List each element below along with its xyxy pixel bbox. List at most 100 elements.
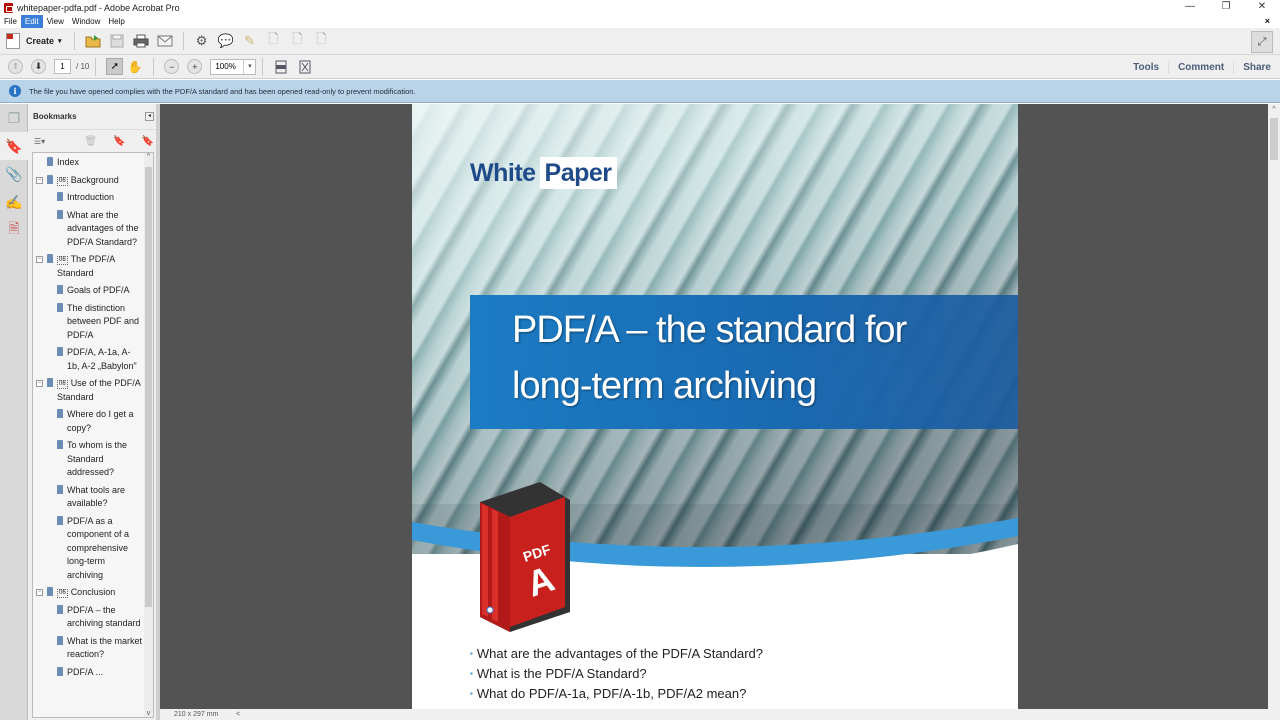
scroll-up-icon[interactable]: ^ [144, 153, 153, 160]
separator [95, 57, 97, 76]
zoom-in-button[interactable]: + [187, 59, 203, 74]
bookmark-icon [47, 587, 53, 596]
standards-button[interactable]: 🗎 [0, 216, 28, 244]
create-label: Create [26, 36, 55, 46]
next-page-button[interactable]: ⬇ [31, 59, 46, 74]
signature-icon: ✍ [5, 193, 23, 210]
open-button[interactable] [82, 30, 104, 52]
bookmark-item[interactable]: Goals of PDF/A [33, 283, 145, 301]
bookmark-options-button[interactable]: ☰▾ [34, 137, 45, 146]
close-document-button[interactable]: × [1261, 15, 1274, 28]
chevron-down-icon[interactable]: ▾ [243, 59, 255, 74]
menu-edit[interactable]: Edit [20, 15, 43, 28]
bookmark-icon: 🔖 [5, 137, 23, 154]
bookmark-item[interactable]: − 06 Use of the PDF/A Standard [33, 376, 145, 407]
bookmark-label: Index [57, 157, 80, 167]
horizontal-scroll-left[interactable]: < [236, 711, 240, 718]
zoom-select[interactable]: 100% ▾ [210, 58, 257, 75]
document-scrollbar[interactable]: ^ [1268, 104, 1280, 709]
bookmark-item[interactable]: PDF/A, A-1a, A-1b, A-2 „Babylon" [33, 345, 145, 376]
bullet-item: What do PDF/A-1a, PDF/A-1b, PDF/A2 mean? [470, 684, 763, 704]
bookmark-item[interactable]: PDF/A – the archiving standard [33, 603, 145, 634]
comment-link[interactable]: Comment [1168, 61, 1233, 73]
bullet-item: What is the PDF/A Standard? [470, 664, 763, 684]
bullet-item: What are the advantages of the PDF/A Sta… [470, 644, 763, 664]
new-bookmark-button[interactable]: 🔖 [105, 136, 125, 147]
menu-help[interactable]: Help [104, 15, 128, 28]
file-export-button[interactable]: 🗋 [287, 30, 309, 52]
cursor-select-icon: ➚ [110, 61, 120, 72]
bookmark-item[interactable]: Where do I get a copy? [33, 407, 145, 438]
menu-file[interactable]: File [0, 15, 21, 28]
save-button[interactable] [106, 30, 128, 52]
previous-page-button[interactable]: ⬆ [8, 59, 23, 74]
bookmark-item[interactable]: − 06 Background [33, 173, 145, 191]
minimize-button[interactable]: — [1172, 0, 1208, 15]
signatures-button[interactable]: ✍ [0, 188, 28, 216]
share-link[interactable]: Share [1233, 61, 1280, 73]
bookmark-icon [57, 666, 63, 676]
bookmark-item[interactable]: Introduction [33, 190, 145, 208]
page-thumbnails-button[interactable]: ❐ [0, 104, 28, 132]
page-number-input[interactable]: 1 [54, 59, 71, 74]
bookmarks-button[interactable]: 🔖 [0, 132, 28, 160]
navigation-toolbar: ⬆ ⬇ 1 / 10 ➚ ✋ − + 100% ▾ Tools Comment … [0, 55, 1280, 79]
bookmark-item[interactable]: The distinction between PDF and PDF/A [33, 301, 145, 346]
hand-tool-button[interactable]: ✋ [124, 56, 146, 78]
settings-button[interactable]: ⚙ [191, 30, 213, 52]
restore-button[interactable]: ❐ [1208, 0, 1244, 15]
paper-label: Paper [539, 157, 617, 189]
bookmark-item[interactable]: What are the advantages of the PDF/A Sta… [33, 208, 145, 253]
file-edit-button[interactable]: 🗋 [311, 30, 333, 52]
bookmark-item[interactable]: −06 The PDF/A Standard [33, 252, 145, 283]
bookmark-item[interactable]: Index [33, 155, 145, 173]
create-pdf-icon [6, 33, 20, 49]
create-button[interactable]: Create ▾ [0, 30, 68, 52]
bookmark-icon [57, 302, 63, 312]
fit-page-icon [299, 60, 311, 73]
tools-link[interactable]: Tools [1124, 62, 1168, 73]
trash-icon: 🗑 [84, 135, 98, 147]
comment-button[interactable]: 💬 [215, 30, 237, 52]
collapse-toggle[interactable]: − [36, 176, 43, 184]
bookmark-icon [47, 378, 53, 387]
collapse-toggle[interactable]: − [36, 380, 43, 387]
zoom-out-button[interactable]: − [164, 59, 180, 74]
collapse-toggle[interactable]: − [36, 256, 43, 263]
bookmark-label: What are the advantages of the PDF/A Sta… [67, 209, 139, 247]
collapse-panel-button[interactable]: ◂ [145, 112, 154, 121]
bookmark-label: Introduction [67, 192, 115, 202]
bookmark-item[interactable]: PDF/A ... [33, 665, 145, 683]
close-button[interactable]: ✕ [1244, 0, 1280, 15]
menu-window[interactable]: Window [68, 15, 104, 28]
white-paper-label: White Paper [470, 157, 617, 189]
bookmark-item[interactable]: PDF/A as a component of a comprehensive … [33, 514, 145, 586]
select-tool-button[interactable]: ➚ [106, 58, 124, 75]
file-delete-button[interactable]: 🗋 [263, 30, 285, 52]
bookmark-item[interactable]: What tools are available? [33, 483, 145, 514]
scrolling-mode-button[interactable] [270, 56, 292, 78]
bookmark-item[interactable]: To whom is the Standard addressed? [33, 438, 145, 483]
email-button[interactable] [154, 30, 176, 52]
bookmark-item[interactable]: What is the market reaction? [33, 634, 145, 665]
minus-icon: − [169, 61, 175, 72]
highlight-text-icon: ✎ [244, 33, 255, 48]
bookmark-icon [57, 484, 63, 494]
delete-bookmark-button[interactable]: 🗑 [76, 136, 97, 147]
bookmarks-scrollbar[interactable]: ^ v [144, 153, 153, 717]
scroll-up-icon[interactable]: ^ [1268, 104, 1280, 116]
highlight-button[interactable]: ✎ [239, 30, 261, 52]
fit-page-button[interactable] [294, 56, 316, 78]
bookmark-item[interactable]: − 06 Conclusion [33, 585, 145, 603]
scroll-down-icon[interactable]: v [144, 710, 153, 717]
expand-button[interactable]: ⤢ [1251, 31, 1273, 53]
print-button[interactable] [130, 30, 152, 52]
attachments-button[interactable]: 📎 [0, 160, 28, 188]
separator [153, 57, 155, 76]
menu-view[interactable]: View [43, 15, 68, 28]
scrollbar-thumb[interactable] [1270, 118, 1278, 160]
pdfa-binder-image: PDF A [480, 482, 570, 632]
scrollbar-thumb[interactable] [145, 167, 152, 607]
collapse-toggle[interactable]: − [36, 589, 43, 596]
expand-bookmark-button[interactable]: 🔖 [134, 136, 154, 147]
